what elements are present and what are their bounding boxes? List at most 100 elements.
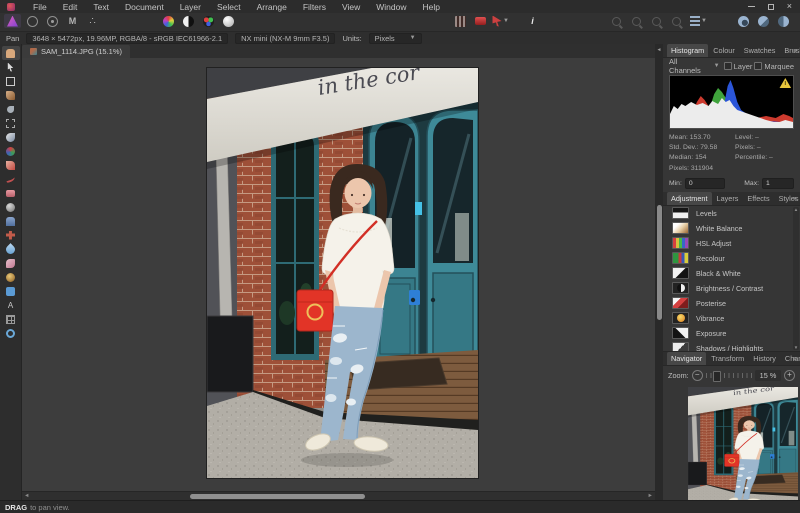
export-persona-button[interactable]: ∴ [84,14,101,28]
photo-document[interactable]: in the cor [207,68,478,478]
adjustment-tab-layers[interactable]: Layers [713,192,743,205]
layer-checkbox[interactable]: Layer [724,62,753,71]
flood-select-tool[interactable] [2,102,20,116]
units-dropdown[interactable]: Pixels ▼ [369,33,422,44]
document-tab[interactable]: SAM_1114.JPG (15.1%) [22,45,130,58]
adjustment-item-brightness-contrast[interactable]: Brightness / Contrast [663,281,800,296]
assistant-button[interactable] [755,14,772,28]
adjustment-item-recolour[interactable]: Recolour [663,251,800,266]
menu-arrange[interactable]: Arrange [249,2,295,12]
histogram-tab-swatches[interactable]: Swatches [740,44,780,57]
zoom-out-button[interactable]: − [692,370,703,381]
navigator-tab-transform[interactable]: Transform [707,352,748,365]
collapse-panel-icon[interactable]: ◄ [655,47,663,53]
adjustment-tab-effects[interactable]: Effects [743,192,773,205]
adjustment-item-black-white[interactable]: Black & White [663,266,800,281]
histogram-tab-colour[interactable]: Colour [709,44,739,57]
menu-edit[interactable]: Edit [55,2,86,12]
navigator-tab-channels[interactable]: Channels [781,352,800,365]
paint-brush-tool[interactable] [2,158,20,172]
selection-arrow-button[interactable]: ▼ [492,14,509,28]
liquify-persona-button[interactable] [24,14,41,28]
zoom-actual-button[interactable] [608,14,625,28]
histogram-tab-brushes[interactable]: Brushes [780,44,800,57]
menu-window[interactable]: Window [368,2,414,12]
menu-document[interactable]: Document [117,2,172,12]
panel-menu-icon[interactable]: ≡ [793,196,797,203]
min-input[interactable]: 0 [685,178,725,189]
restore-icon[interactable] [768,4,774,10]
menu-filters[interactable]: Filters [295,2,334,12]
vector-brush-tool[interactable] [2,172,20,186]
menu-file[interactable]: File [25,2,55,12]
adjustment-item-white-balance[interactable]: White Balance [663,221,800,236]
photo-persona-button[interactable] [4,14,21,28]
menu-text[interactable]: Text [85,2,117,12]
adjustment-scrollbar[interactable]: ▲▼ [793,207,799,350]
scroll-right-icon[interactable]: ► [648,493,653,500]
scroll-left-icon[interactable]: ◄ [24,493,29,500]
shape-tool[interactable] [2,284,20,298]
adjustment-item-exposure[interactable]: Exposure [663,326,800,341]
erase-brush-tool[interactable] [2,186,20,200]
text-tool[interactable]: A [2,298,20,312]
adjustment-item-shadows-highlights[interactable]: Shadows / Highlights [663,341,800,352]
panel-divider[interactable]: ◄ [655,44,663,500]
dodge-brush-tool[interactable] [2,200,20,214]
blur-brush-tool[interactable] [2,242,20,256]
marquee-checkbox[interactable]: Marquee [754,62,794,71]
move-tool[interactable] [2,60,20,74]
smudge-brush-tool[interactable] [2,256,20,270]
selection-brush-tool[interactable] [2,88,20,102]
panel-menu-icon[interactable]: ≡ [793,48,797,55]
zoom-fit-button[interactable] [628,14,645,28]
adjustment-tab-adjustment[interactable]: Adjustment [667,192,712,205]
adjustment-item-vibrance[interactable]: Vibrance [663,311,800,326]
colour-picker-tool[interactable] [2,130,20,144]
panel-menu-icon[interactable]: ≡ [793,356,797,363]
menu-layer[interactable]: Layer [172,2,209,12]
minimize-icon[interactable] [748,6,755,7]
mesh-warp-tool[interactable] [2,312,20,326]
rotate-button[interactable] [472,14,489,28]
healing-brush-tool[interactable] [2,228,20,242]
zoom-in-button[interactable] [648,14,665,28]
canvas[interactable]: in the cor [22,58,655,491]
zoom-slider-handle[interactable] [713,371,721,382]
auto-levels-button[interactable] [220,14,237,28]
clone-stamp-tool[interactable] [2,214,20,228]
histogram-tab-histogram[interactable]: Histogram [667,44,708,57]
view-tool[interactable] [2,46,20,60]
adjustment-item-posterise[interactable]: Posterise [663,296,800,311]
tone-mapping-persona-button[interactable]: M [64,14,81,28]
vertical-scrollbar[interactable] [657,205,662,320]
red-eye-removal-tool[interactable] [2,144,20,158]
zoom-slider[interactable] [706,373,752,378]
develop-persona-button[interactable] [44,14,61,28]
navigator-thumbnail[interactable]: in the cor [688,387,798,511]
horizontal-scrollbar[interactable] [190,494,365,499]
scroll-up-icon[interactable]: ▲ [794,207,798,212]
navigator-tab-navigator[interactable]: Navigator [667,352,706,365]
marquee-select-tool[interactable] [2,116,20,130]
menu-view[interactable]: View [334,2,368,12]
zoom-tool[interactable] [2,326,20,340]
auto-colours-button[interactable] [160,14,177,28]
menu-help[interactable]: Help [415,2,448,12]
navigator-tab-history[interactable]: History [749,352,780,365]
crop-tool[interactable] [2,74,20,88]
auto-white-balance-button[interactable] [200,14,217,28]
channels-dropdown[interactable]: All Channels [669,57,706,75]
arrange-button[interactable]: ▼ [690,14,707,28]
info-button[interactable]: i [524,14,541,28]
close-icon[interactable]: × [787,2,792,11]
burn-brush-tool[interactable] [2,270,20,284]
adjustment-item-hsl-adjust[interactable]: HSL Adjust [663,236,800,251]
settings-button[interactable] [775,14,792,28]
zoom-in-button[interactable]: + [784,370,795,381]
columns-button[interactable] [452,14,469,28]
auto-contrast-button[interactable] [180,14,197,28]
snapping-button[interactable] [735,14,752,28]
adjustment-item-levels[interactable]: Levels [663,206,800,221]
menu-select[interactable]: Select [209,2,249,12]
